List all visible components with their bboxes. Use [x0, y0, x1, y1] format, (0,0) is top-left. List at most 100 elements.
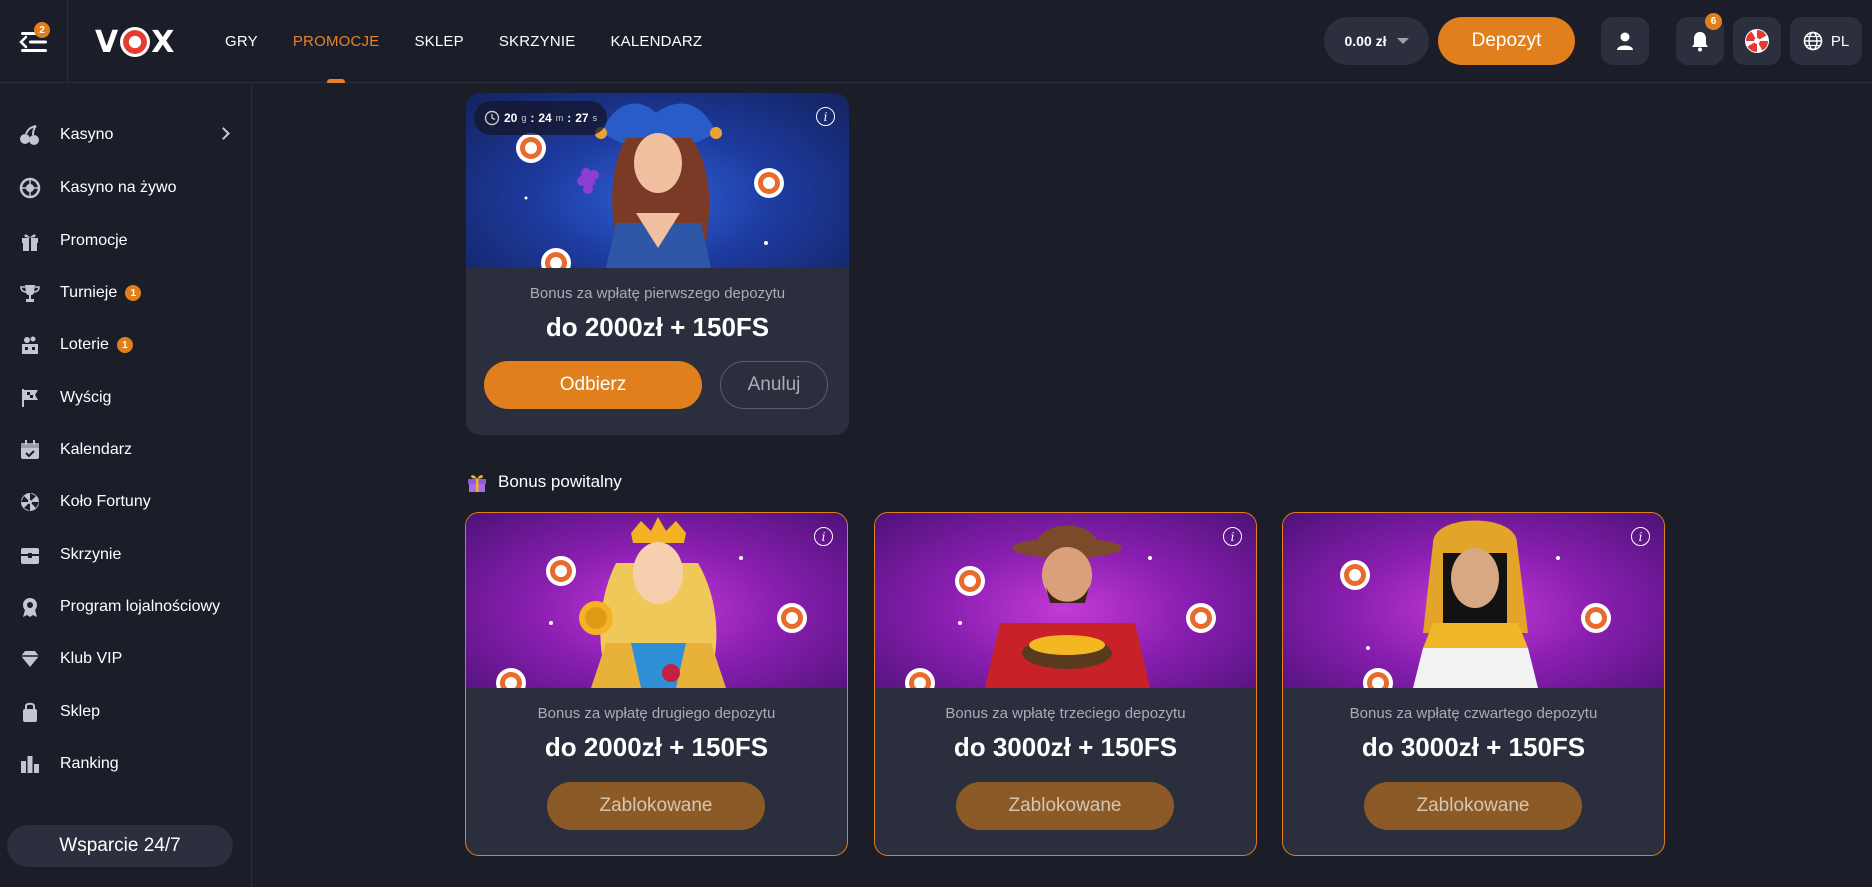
- locked-button[interactable]: Zablokowane: [1364, 782, 1582, 830]
- user-icon: [1617, 32, 1633, 50]
- ranking-icon: [19, 753, 41, 775]
- top-bar: 2 VX GRY PROMOCJE SKLEP SKRZYNIE KALENDA…: [0, 0, 1872, 83]
- timer-hours: 24: [538, 111, 552, 125]
- nav-sklep[interactable]: SKLEP: [414, 0, 463, 83]
- sidebar-item-promocje[interactable]: Promocje: [0, 219, 251, 263]
- sidebar-item-wyscig[interactable]: Wyścig: [0, 376, 251, 420]
- sidebar-item-program-lojalnosciowy[interactable]: Program lojalnościowy: [0, 585, 251, 629]
- globe-icon: [1803, 31, 1823, 51]
- sidebar-item-klub-vip[interactable]: Klub VIP: [0, 637, 251, 681]
- sidebar-item-label: Sklep: [60, 703, 101, 720]
- trophy-icon: [19, 282, 41, 304]
- balance-dropdown[interactable]: 0.00 zł: [1324, 17, 1429, 65]
- notifications-button[interactable]: 6: [1676, 13, 1724, 65]
- shopping-bag-icon: [19, 701, 41, 723]
- sidebar: Kasyno Kasyno na żywo Promocje Turnieje …: [0, 83, 252, 887]
- sidebar-item-label: Kasyno: [60, 126, 114, 143]
- sidebar-item-ranking[interactable]: Ranking: [0, 742, 251, 786]
- sidebar-item-turnieje[interactable]: Turnieje 1: [0, 271, 251, 315]
- vox-logo[interactable]: VX: [95, 22, 175, 62]
- menu-toggle-button[interactable]: 2: [0, 0, 68, 83]
- bonus-timer: 20 g : 24 m : 27 s: [474, 101, 608, 135]
- timer-days: 20: [504, 111, 518, 125]
- nav-kalendarz[interactable]: KALENDARZ: [610, 0, 702, 83]
- bonus-subtitle: Bonus za wpłatę drugiego depozytu: [537, 705, 776, 722]
- sidebar-item-kasyno-na-zywo[interactable]: Kasyno na żywo: [0, 166, 251, 210]
- language-label: PL: [1830, 32, 1850, 50]
- timer-minutes: 27: [575, 111, 589, 125]
- roulette-icon: [19, 177, 41, 199]
- race-flag-icon: [19, 387, 41, 409]
- cowboy-promo-image: i: [875, 513, 1256, 688]
- sidebar-item-label: Loterie: [60, 336, 109, 353]
- timer-minutes-unit: s: [592, 113, 598, 123]
- support-button[interactable]: Wsparcie 24/7: [7, 825, 233, 867]
- timer-days-unit: g: [521, 113, 527, 123]
- notifications-badge: 6: [1705, 13, 1722, 30]
- active-bonus-card: 20 g : 24 m : 27 s i Bonus za wpłatę pierws…: [466, 93, 849, 435]
- bonus-subtitle: Bonus za wpłatę czwartego depozytu: [1349, 705, 1598, 722]
- lottery-icon: [19, 334, 41, 356]
- promo-illustration: [905, 525, 1216, 688]
- gift-icon: [19, 230, 41, 252]
- sidebar-item-sklep[interactable]: Sklep: [0, 690, 251, 734]
- bonus-amount: do 2000zł + 150FS: [545, 312, 770, 342]
- bonus-amount: do 3000zł + 150FS: [1361, 732, 1586, 762]
- wheel-bonus-button[interactable]: [1733, 17, 1781, 65]
- timer-sep: :: [530, 111, 535, 125]
- info-icon[interactable]: i: [1631, 527, 1650, 546]
- info-icon[interactable]: i: [816, 107, 835, 126]
- nav-promocje[interactable]: PROMOCJE: [293, 0, 380, 83]
- deposit-button[interactable]: Depozyt: [1438, 17, 1575, 65]
- sidebar-item-label: Program lojalnościowy: [60, 598, 221, 615]
- bonus-subtitle: Bonus za wpłatę trzeciego depozytu: [945, 705, 1186, 722]
- sidebar-item-label: Kasyno na żywo: [60, 179, 177, 196]
- welcome-bonus-card-2: i Bonus za wpłatę drugiego depozytu do 2…: [465, 512, 848, 856]
- welcome-bonus-heading: Bonus powitalny: [466, 471, 622, 493]
- main-nav: GRY PROMOCJE SKLEP SKRZYNIE KALENDARZ: [225, 0, 702, 83]
- locked-button[interactable]: Zablokowane: [547, 782, 765, 830]
- cancel-button[interactable]: Anuluj: [720, 361, 828, 409]
- wheel-icon: [19, 491, 41, 513]
- diamond-icon: [19, 648, 41, 670]
- promo-illustration: [496, 517, 807, 688]
- sidebar-item-label: Turnieje: [60, 284, 118, 301]
- jester-promo-image: 20 g : 24 m : 27 s i: [466, 93, 849, 268]
- bell-icon: [1692, 32, 1708, 52]
- sidebar-item-kolo-fortuny[interactable]: Koło Fortuny: [0, 480, 251, 524]
- info-icon[interactable]: i: [1223, 527, 1242, 546]
- bonus-amount: do 3000zł + 150FS: [953, 732, 1178, 762]
- sidebar-item-label: Koło Fortuny: [60, 493, 151, 510]
- sidebar-item-loterie[interactable]: Loterie 1: [0, 323, 251, 367]
- sidebar-item-label: Promocje: [60, 232, 128, 249]
- menu-badge: 2: [34, 22, 50, 38]
- calendar-icon: [19, 439, 41, 461]
- profile-button[interactable]: [1601, 17, 1649, 65]
- bonus-amount: do 2000zł + 150FS: [544, 732, 769, 762]
- sidebar-item-skrzynie[interactable]: Skrzynie: [0, 533, 251, 577]
- nav-skrzynie[interactable]: SKRZYNIE: [499, 0, 576, 83]
- timer-hours-unit: m: [555, 113, 564, 123]
- chest-icon: [19, 544, 41, 566]
- chevron-right-icon: [217, 127, 230, 140]
- sidebar-item-label: Kalendarz: [60, 441, 133, 458]
- queen-promo-image: i: [466, 513, 847, 688]
- nav-gry[interactable]: GRY: [225, 0, 258, 83]
- language-selector[interactable]: PL: [1790, 17, 1862, 65]
- sidebar-item-label: Ranking: [60, 755, 119, 772]
- cherries-icon: [19, 124, 41, 146]
- section-title-text: Bonus powitalny: [498, 472, 622, 491]
- welcome-bonus-card-3: i Bonus za wpłatę trzeciego depozytu do …: [874, 512, 1257, 856]
- info-icon[interactable]: i: [814, 527, 833, 546]
- turnieje-badge: 1: [125, 285, 142, 301]
- locked-button[interactable]: Zablokowane: [956, 782, 1174, 830]
- sidebar-item-kalendarz[interactable]: Kalendarz: [0, 428, 251, 472]
- claim-button[interactable]: Odbierz: [484, 361, 702, 409]
- sidebar-item-label: Wyścig: [60, 389, 112, 406]
- cleopatra-promo-image: i: [1283, 513, 1664, 688]
- clock-icon: [484, 110, 500, 126]
- loterie-badge: 1: [116, 337, 133, 353]
- bonus-subtitle: Bonus za wpłatę pierwszego depozytu: [529, 285, 786, 302]
- sidebar-item-kasyno[interactable]: Kasyno: [0, 113, 251, 157]
- sidebar-item-label: Klub VIP: [60, 650, 123, 667]
